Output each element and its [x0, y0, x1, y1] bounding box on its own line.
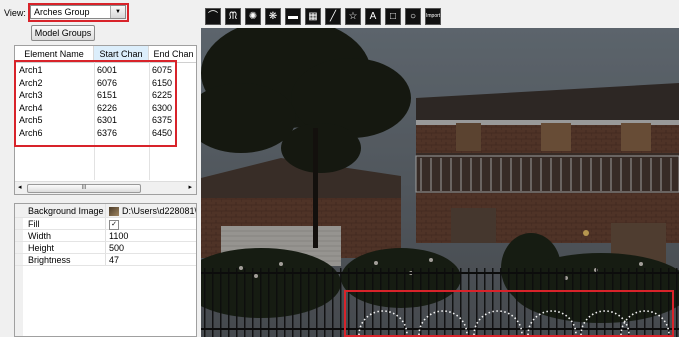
property-value: 47 — [109, 255, 120, 265]
background-image-value[interactable]: D:\Users\d228081\Dc — [109, 204, 197, 218]
property-row[interactable]: Brightness 47 — [15, 254, 196, 266]
property-divider — [105, 254, 106, 265]
single-line-icon[interactable]: ▬ — [285, 8, 301, 25]
checkmark-icon[interactable]: ✓ — [109, 219, 119, 230]
model-groups-button[interactable]: Model Groups — [31, 25, 95, 41]
property-name: Fill — [28, 219, 40, 229]
background-image-path: D:\Users\d228081\Dc — [122, 206, 197, 216]
house-background-image — [201, 28, 679, 337]
property-divider — [105, 230, 106, 241]
matrix-icon[interactable]: ▦ — [305, 8, 321, 25]
import-icon[interactable]: Import — [425, 8, 441, 25]
property-row[interactable]: Height 500 — [15, 242, 196, 254]
property-name: Background Image — [28, 206, 104, 216]
property-name: Brightness — [28, 255, 71, 265]
image-icon — [109, 207, 119, 217]
icicles-icon[interactable]: A — [365, 8, 381, 25]
scroll-thumb[interactable]: III — [27, 184, 141, 193]
scroll-left-icon[interactable]: ◂ — [18, 182, 22, 194]
diagonal-line-icon[interactable]: ╱ — [325, 8, 341, 25]
properties-grid: Background Image D:\Users\d228081\Dc Fill ✓… — [14, 203, 197, 337]
scroll-right-icon[interactable]: ▸ — [188, 182, 192, 194]
property-divider — [105, 204, 106, 217]
circle-star-icon[interactable]: ✺ — [245, 8, 261, 25]
horizontal-scrollbar[interactable]: ◂ III ▸ — [15, 181, 196, 194]
candy-cane-icon[interactable]: ᙏ — [225, 8, 241, 25]
rectangle-icon[interactable]: □ — [385, 8, 401, 25]
view-label: View: — [4, 8, 26, 18]
property-value: 500 — [109, 243, 125, 253]
property-value: 1100 — [109, 231, 129, 241]
property-name: Height — [28, 243, 55, 253]
circle-icon[interactable]: ○ — [405, 8, 421, 25]
property-row[interactable]: Fill ✓ — [15, 218, 196, 230]
star-icon[interactable]: ☆ — [345, 8, 361, 25]
tree-icon[interactable]: ❋ — [265, 8, 281, 25]
toolbar: ⌒ ᙏ ✺ ❋ ▬ ▦ ╱ ☆ A □ ○ Import — [201, 0, 679, 28]
property-row[interactable]: Background Image D:\Users\d228081\Dc — [15, 204, 196, 218]
property-row[interactable]: Width 1100 — [15, 230, 196, 242]
arch-icon[interactable]: ⌒ — [205, 8, 221, 25]
property-divider — [105, 218, 106, 229]
property-name: Width — [28, 231, 52, 241]
table-highlight-box — [14, 60, 177, 147]
left-panel: View: Arches Group ▼ Model Groups Elemen… — [0, 0, 201, 337]
property-divider — [105, 242, 106, 253]
fill-checkbox[interactable]: ✓ — [109, 218, 119, 230]
view-highlight-box — [28, 3, 129, 22]
preview-canvas[interactable] — [201, 28, 679, 337]
